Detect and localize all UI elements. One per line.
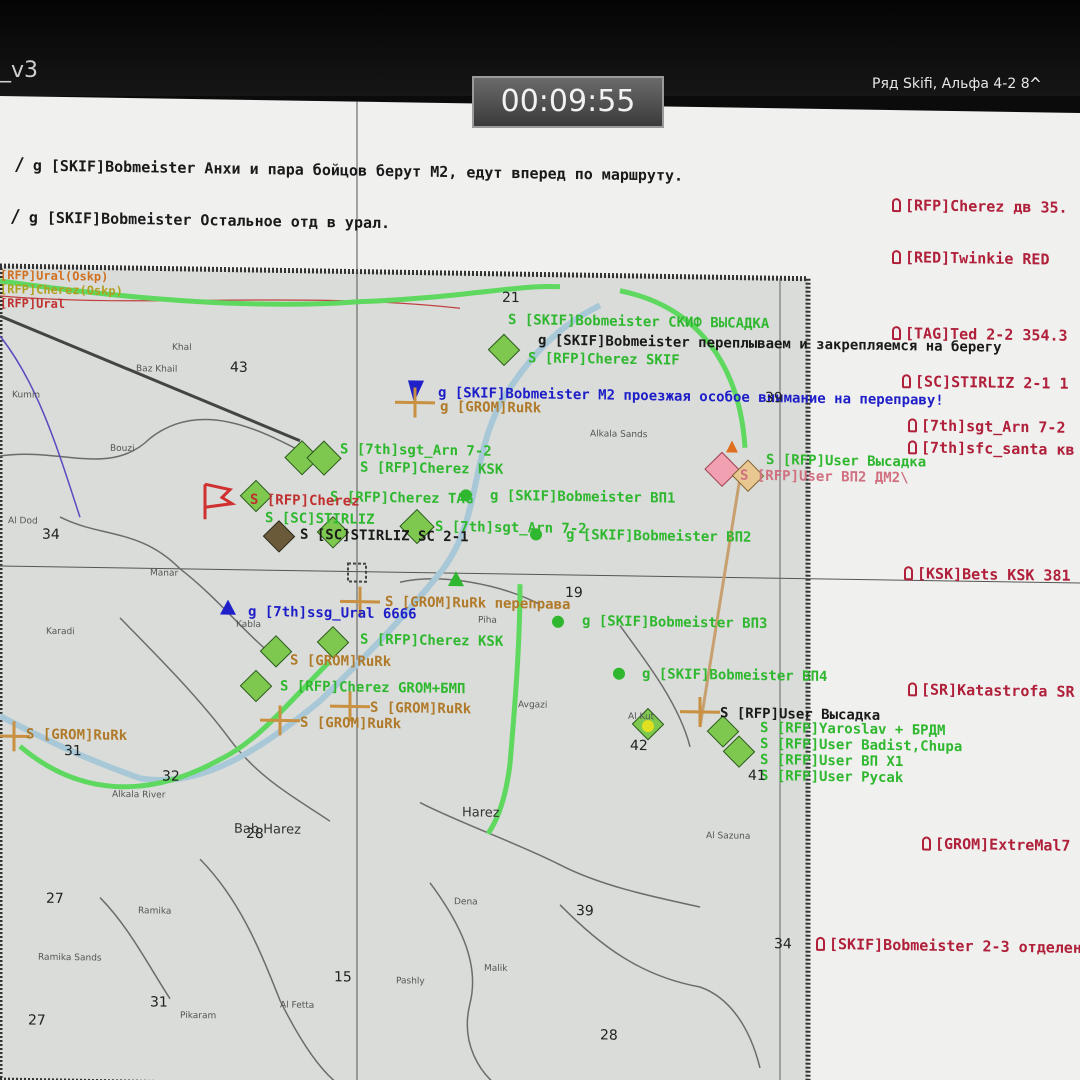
pin-icon (908, 418, 917, 433)
grid-number: 34 (774, 936, 792, 953)
grid-number: 31 (64, 743, 82, 760)
town-label: Pikaram (180, 1010, 217, 1022)
map-label-grom-2: S [GROM]RuRk (290, 652, 392, 671)
player-marker[interactable]: [GROM]ExtreMal7 (922, 834, 1070, 855)
map-label-grom-crossing: S [GROM]RuRk переправа (385, 594, 571, 613)
map-label-grom-4: S [GROM]RuRk (300, 714, 402, 733)
player-marker[interactable]: [TAG]Ted 2-2 354.3 (892, 324, 1068, 345)
grid-number: 15 (334, 969, 352, 986)
grid-number: 31 (150, 994, 168, 1011)
grid-number: 42 (630, 737, 648, 755)
pin-icon (902, 374, 911, 389)
squad-label: Ряд Skifi, Альфа 4-2 8 (872, 76, 1030, 92)
town-label: Malik (484, 963, 508, 974)
pin-icon (908, 440, 917, 455)
pin-icon (816, 936, 825, 951)
town-label: Kumin (12, 390, 41, 401)
player-marker[interactable]: [SR]Katastrofa SR (908, 680, 1075, 701)
grid-number: 34 (42, 526, 60, 543)
chevron-up-icon[interactable]: ^ (1030, 74, 1041, 95)
map-label-arn: S [7th]sgt_Arn 7-2 (340, 441, 492, 460)
game-screen: _v3 Ряд Skifi, Альфа 4-2 8 ^ 00:09:55 S … (0, 0, 1080, 1080)
map-label-pycak: S [RFP]User Pycak (760, 767, 904, 787)
town-label: Khal (172, 342, 192, 354)
town-label: Al Sazuna (706, 831, 751, 842)
map-label-cherez-ksk: S [RFP]Cherez KSK (360, 459, 504, 478)
pin-icon (908, 682, 917, 697)
town-label: Pashly (396, 976, 425, 987)
match-timer: 00:09:55 (472, 76, 664, 128)
pin-icon (892, 326, 901, 341)
grid-number: 39 (765, 390, 783, 407)
grid-number: 41 (748, 767, 766, 785)
player-marker[interactable]: [7th]sgt_Arn 7-2 (908, 416, 1066, 437)
town-label: Karadi (46, 626, 75, 638)
alert-icon: / (10, 206, 21, 228)
map-label-vp2: g [SKIF]Bobmeister ВП2 (566, 526, 752, 546)
town-label: Manar (150, 568, 179, 579)
map-label-cherez-ksk2: S [RFP]Cherez KSK (360, 631, 504, 650)
map-label-top-left-3: [RFP]Ural (0, 296, 66, 312)
town-label: Bab Harez (234, 821, 301, 838)
town-label: Bouzi (110, 443, 135, 455)
map-label-user-dm2: S [RFP]User ВП2 ДМ2\ (740, 467, 909, 487)
map-label-cherez-grom: S [RFP]Cherez GROM+БМП (280, 678, 466, 698)
map-graphics (0, 101, 1080, 1080)
map-label-cherez-skif: S [RFP]Cherez SKIF (528, 350, 680, 369)
town-label: Piha (478, 615, 497, 626)
town-label: Harez (462, 805, 500, 821)
town-label: Kabla (236, 619, 261, 631)
map-label-stirliz: S [SC]STIRLIZ (265, 510, 375, 528)
town-label: Ramika Sands (38, 952, 102, 964)
town-label: Al Kut (628, 711, 655, 723)
player-marker[interactable]: [SC]STIRLIZ 2-1 1 (902, 372, 1069, 393)
grid-number: 27 (28, 1012, 46, 1029)
pin-icon (892, 198, 901, 213)
town-label: Dena (454, 897, 478, 908)
town-label: Ramika (138, 906, 172, 917)
grid-number: 39 (576, 903, 594, 920)
grid-number: 43 (230, 359, 248, 376)
town-label: Avgazi (518, 700, 548, 711)
map-label-grom-5: S [GROM]RuRk (26, 726, 128, 744)
grid-number: 19 (565, 584, 583, 602)
town-label: Alkala River (112, 789, 166, 801)
map-label-arn-2: S [7th]sgt_Arn 7-2 (435, 518, 587, 538)
grid-number: 32 (162, 768, 180, 785)
town-label: Alkala Sands (590, 429, 648, 441)
pin-icon (904, 566, 913, 581)
alert-icon: / (14, 154, 25, 176)
map-view[interactable]: S [SKIF]Bobmeister СКИФ ВЫСАДКА g [SKIF]… (0, 96, 1080, 1080)
map-label-vp1: g [SKIF]Bobmeister ВП1 (490, 487, 676, 507)
window-title: _v3 (0, 58, 39, 83)
town-label: Al Dod (8, 516, 38, 527)
player-marker[interactable]: [RED]Twinkie RED (892, 248, 1050, 268)
grid-number: 28 (600, 1027, 618, 1044)
town-label: Al Fetta (280, 1000, 315, 1011)
map-label-vp3: g [SKIF]Bobmeister ВП3 (582, 613, 768, 633)
pin-icon (892, 250, 901, 265)
grid-number: 27 (46, 890, 64, 908)
map-label-vp4: g [SKIF]Bobmeister ВП4 (642, 666, 828, 685)
map-label-cherez-red: S [RFP]Cherez (250, 491, 360, 510)
town-label: Baz Khail (136, 364, 178, 375)
player-marker[interactable]: [7th]sfc_santa кв (908, 438, 1075, 459)
grid-number: 21 (502, 289, 520, 307)
pin-icon (922, 836, 931, 851)
player-marker[interactable]: [RFP]Cherez дв 35. (892, 196, 1068, 217)
map-label-grom: g [GROM]RuRk (440, 398, 542, 417)
player-marker[interactable]: [KSK]Bets KSK 381 (904, 564, 1071, 585)
map-label-grom-3: S [GROM]RuRk (370, 699, 472, 718)
